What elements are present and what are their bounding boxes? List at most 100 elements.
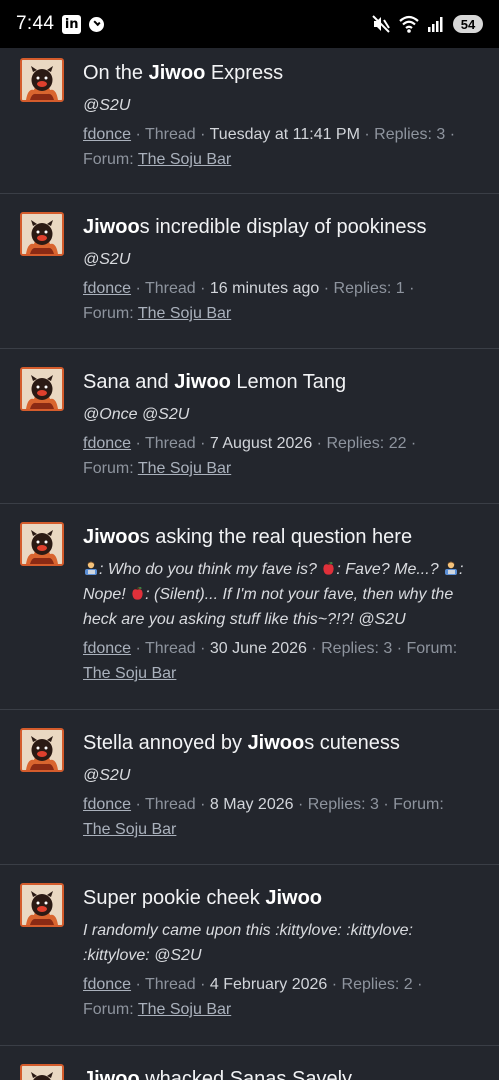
avatar[interactable]: [20, 728, 64, 772]
forum-label: Forum:: [406, 640, 458, 657]
avatar[interactable]: [20, 522, 64, 566]
list-item[interactable]: Sana and Jiwoo Lemon Tang @Once @S2U fdo…: [0, 350, 499, 504]
avatar[interactable]: [20, 1064, 64, 1080]
forum-link[interactable]: The Soju Bar: [138, 460, 231, 477]
forum-link[interactable]: The Soju Bar: [138, 305, 231, 322]
title-text: whacked Sanas Savely: [139, 1068, 353, 1080]
title-highlight: Jiwoo: [265, 887, 323, 909]
title-text: s asking the real question here: [139, 526, 413, 548]
mascot-avatar-icon: [22, 1066, 62, 1080]
author-link[interactable]: fdonce: [83, 126, 131, 143]
title-highlight: Jiwoo: [83, 1068, 140, 1080]
thread-title[interactable]: On the Jiwoo Express: [83, 59, 479, 87]
thread-meta: fdonce · Thread · 7 August 2026 · Replie…: [83, 435, 417, 477]
thread-meta: fdonce · Thread · Tuesday at 11:41 PM · …: [83, 126, 456, 168]
forum-label: Forum:: [83, 1001, 134, 1018]
forum-link[interactable]: The Soju Bar: [138, 151, 231, 168]
title-highlight: Jiwoo: [174, 371, 231, 393]
forum-link[interactable]: The Soju Bar: [138, 1001, 231, 1018]
thread-date: 7 August 2026: [209, 435, 313, 452]
title-text: Super pookie cheek: [83, 887, 266, 909]
thread-type: Thread: [144, 280, 196, 297]
replies-count: Replies: 3: [307, 796, 379, 813]
snippet-text: : (Silent)... If I'm not your fave, then…: [145, 586, 454, 603]
thread-title[interactable]: Jiwoos incredible display of pookiness: [83, 213, 479, 241]
title-text: On the: [83, 62, 149, 84]
thread-title[interactable]: Sana and Jiwoo Lemon Tang: [83, 368, 479, 396]
author-link[interactable]: fdonce: [83, 640, 131, 657]
list-item[interactable]: Stella annoyed by Jiwoos cuteness @S2U f…: [0, 711, 499, 865]
clock: 7:44: [16, 13, 55, 34]
thread-snippet: I randomly came upon this :kittylove: :k…: [83, 918, 479, 968]
apple-emoji-icon: [323, 561, 334, 575]
list-item[interactable]: Super pookie cheek Jiwoo I randomly came…: [0, 866, 499, 1046]
snippet-text: : Who do you think my fave is?: [99, 561, 322, 578]
notification-icon: [89, 16, 105, 32]
list-item[interactable]: Jiwoos incredible display of pookiness @…: [0, 195, 499, 349]
technologist-emoji-icon: [445, 561, 458, 575]
avatar[interactable]: [20, 883, 64, 927]
list-item[interactable]: On the Jiwoo Express @S2U fdonce · Threa…: [0, 48, 499, 194]
technologist-emoji-icon: [85, 561, 97, 575]
status-bar: 7:44 in 54: [0, 0, 499, 48]
mute-icon: [372, 15, 390, 33]
thread-snippet: @Once @S2U: [83, 406, 190, 423]
mascot-avatar-icon: [22, 369, 62, 409]
mascot-avatar-icon: [22, 730, 62, 770]
snippet-text: :kittylove: @S2U: [83, 947, 202, 964]
thread-type: Thread: [144, 435, 196, 452]
author-link[interactable]: fdonce: [83, 435, 131, 452]
replies-count: Replies: 3: [321, 640, 393, 657]
author-link[interactable]: fdonce: [83, 280, 131, 297]
forum-label: Forum:: [83, 305, 134, 322]
thread-type: Thread: [144, 640, 196, 657]
title-text: Lemon Tang: [230, 371, 347, 393]
forum-link[interactable]: The Soju Bar: [83, 665, 176, 682]
thread-list: On the Jiwoo Express @S2U fdonce · Threa…: [0, 48, 499, 1080]
mascot-avatar-icon: [22, 214, 62, 254]
author-link[interactable]: fdonce: [83, 976, 131, 993]
replies-count: Replies: 3: [374, 126, 446, 143]
thread-snippet: @S2U: [83, 767, 131, 784]
thread-title[interactable]: Super pookie cheek Jiwoo: [83, 884, 479, 912]
thread-date: 16 minutes ago: [209, 280, 320, 297]
title-highlight: Jiwoo: [83, 526, 140, 548]
linkedin-icon: in: [62, 14, 82, 34]
thread-snippet: @S2U: [83, 97, 131, 114]
avatar[interactable]: [20, 367, 64, 411]
thread-title[interactable]: Jiwoos asking the real question here: [83, 523, 479, 551]
title-text: s cuteness: [304, 732, 400, 754]
thread-title[interactable]: Jiwoo whacked Sanas Savely: [83, 1065, 479, 1080]
replies-count: Replies: 1: [333, 280, 405, 297]
thread-date: Tuesday at 11:41 PM: [209, 126, 360, 143]
thread-snippet: @S2U: [83, 251, 131, 268]
thread-type: Thread: [144, 796, 196, 813]
title-text: Sana and: [83, 371, 175, 393]
snippet-text: Nope!: [83, 586, 131, 603]
list-item[interactable]: Jiwoo whacked Sanas Savely: [0, 1047, 499, 1080]
forum-link[interactable]: The Soju Bar: [83, 821, 176, 838]
thread-meta: fdonce · Thread · 8 May 2026 · Replies: …: [83, 796, 444, 838]
snippet-text: : Fave? Me...?: [336, 561, 444, 578]
thread-date: 8 May 2026: [209, 796, 294, 813]
title-text: Express: [205, 62, 284, 84]
thread-type: Thread: [144, 126, 196, 143]
title-text: Stella annoyed by: [83, 732, 248, 754]
avatar[interactable]: [20, 212, 64, 256]
forum-label: Forum:: [83, 151, 134, 168]
title-highlight: Jiwoo: [83, 216, 140, 238]
list-item[interactable]: Jiwoos asking the real question here : W…: [0, 505, 499, 710]
title-highlight: Jiwoo: [247, 732, 305, 754]
thread-snippet: : Who do you think my fave is? : Fave? M…: [83, 557, 479, 632]
title-text: s incredible display of pookiness: [139, 216, 427, 238]
thread-date: 4 February 2026: [209, 976, 328, 993]
forum-label: Forum:: [83, 460, 134, 477]
forum-label: Forum:: [393, 796, 444, 813]
replies-count: Replies: 22: [326, 435, 407, 452]
thread-title[interactable]: Stella annoyed by Jiwoos cuteness: [83, 729, 479, 757]
author-link[interactable]: fdonce: [83, 796, 131, 813]
battery-icon: 54: [453, 15, 483, 33]
thread-meta: fdonce · Thread · 30 June 2026 · Replies…: [83, 640, 458, 682]
apple-emoji-icon: [132, 586, 143, 600]
avatar[interactable]: [20, 58, 64, 102]
